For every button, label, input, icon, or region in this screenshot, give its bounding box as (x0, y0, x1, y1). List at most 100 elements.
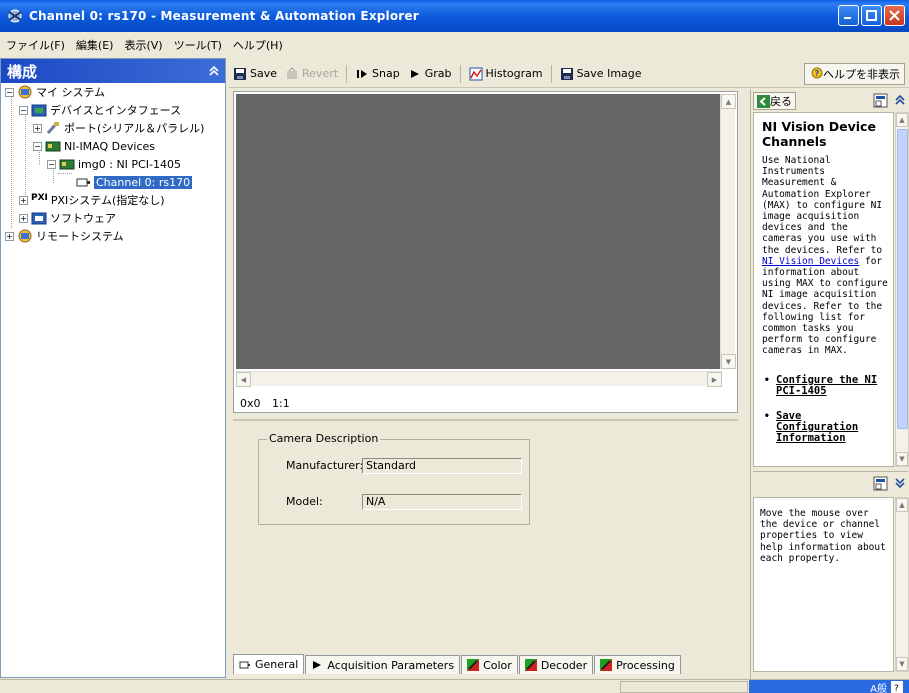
help-title: NI Vision Device Channels (762, 119, 876, 149)
ni-vision-devices-link[interactable]: NI Vision Devices (762, 256, 859, 267)
snap-button[interactable]: Snap (351, 63, 404, 85)
minimize-button[interactable] (838, 5, 859, 26)
ime-indicator[interactable]: A般 (870, 680, 887, 693)
pxi-icon: PXI (31, 193, 48, 203)
camera-icon (239, 661, 250, 668)
color-icon (467, 659, 480, 671)
help-content: NI Vision Device Channels Use National I… (753, 112, 894, 467)
scroll-up-icon[interactable]: ▲ (896, 113, 908, 127)
tree-item-remote-systems[interactable]: + リモートシステム (5, 227, 124, 245)
svg-text:?: ? (815, 69, 820, 78)
grab-label: Grab (424, 67, 452, 80)
tab-general-label: General (255, 658, 299, 671)
image-display[interactable] (236, 94, 722, 369)
grab-button[interactable]: Grab (404, 63, 456, 85)
scroll-right-icon[interactable]: ▶ (707, 372, 722, 387)
image-status-line: 0x0 1:1 (240, 397, 298, 410)
toolbar-separator (346, 64, 348, 83)
tree-label-devices-interfaces: デバイスとインタフェース (50, 104, 182, 117)
tab-decoder[interactable]: Decoder (518, 655, 594, 674)
window-title: Channel 0: rs170 - Measurement & Automat… (29, 9, 419, 23)
close-button[interactable] (884, 5, 905, 26)
scroll-left-icon[interactable]: ◀ (236, 372, 251, 387)
scroll-down-icon[interactable]: ▼ (721, 354, 736, 369)
hide-help-button[interactable]: ? ヘルプを非表示 (804, 63, 905, 85)
histogram-icon (469, 67, 483, 80)
help-body: Use National Instruments Measurement & A… (762, 155, 889, 357)
property-tabs: General Acquisition Parameters Color Dec… (233, 654, 682, 674)
collapse-up-icon[interactable] (894, 94, 906, 106)
scroll-up-icon[interactable]: ▲ (896, 498, 908, 512)
save-image-label: Save Image (576, 67, 642, 80)
revert-button[interactable]: Revert (281, 63, 342, 85)
title-bar[interactable]: Channel 0: rs170 - Measurement & Automat… (0, 0, 909, 32)
collapse-toggle-icon[interactable]: − (5, 87, 14, 97)
floppy-disk-icon (234, 67, 246, 80)
property-help-bar (753, 471, 908, 495)
tab-general[interactable]: General (233, 654, 305, 674)
restore-pane-icon[interactable] (873, 476, 888, 491)
camera-description-title: Camera Description (267, 432, 381, 445)
collapse-toggle-icon[interactable]: − (47, 159, 56, 169)
tree-item-channel0[interactable]: Channel 0: rs170 (75, 173, 193, 191)
processing-icon (600, 659, 613, 671)
scroll-down-icon[interactable]: ▼ (896, 657, 908, 671)
configuration-header: 構成 (1, 59, 225, 83)
image-horizontal-scrollbar[interactable]: ◀ ▶ (236, 371, 722, 387)
menu-file[interactable]: ファイル(F) (6, 37, 65, 53)
menu-edit[interactable]: 編集(E) (76, 37, 114, 53)
pixel-coordinates: 0x0 (240, 397, 261, 410)
property-help-scrollbar[interactable]: ▲ ▼ (895, 497, 909, 672)
expand-down-icon[interactable] (894, 477, 906, 489)
remote-systems-icon (17, 229, 33, 243)
tree-item-software[interactable]: + ソフトウェア (19, 209, 116, 227)
help-panel: 戻る NI Vision Device Channels Use Nationa… (750, 89, 909, 679)
help-question-icon[interactable]: ? (891, 681, 903, 693)
expand-toggle-icon[interactable]: + (33, 123, 42, 133)
menu-tools[interactable]: ツール(T) (174, 37, 222, 53)
tab-color[interactable]: Color (461, 655, 518, 674)
histogram-button[interactable]: Histogram (465, 63, 547, 85)
scroll-down-icon[interactable]: ▼ (896, 452, 908, 466)
collapse-toggle-icon[interactable]: − (19, 105, 28, 115)
tree-item-ni-imaq-devices[interactable]: − NI-IMAQ Devices (33, 137, 155, 155)
decoder-icon (524, 659, 537, 671)
menu-view[interactable]: 表示(V) (124, 37, 162, 53)
tree-item-my-system[interactable]: − マイ システム (5, 83, 105, 101)
tree-label-pxi: PXIシステム(指定なし) (50, 194, 165, 207)
tree-item-ports[interactable]: + ポート(シリアル＆パラレル) (33, 119, 204, 137)
help-top-bar: 戻る (753, 91, 908, 111)
port-icon (45, 121, 61, 135)
help-scroll-thumb[interactable] (897, 129, 908, 429)
configuration-title: 構成 (7, 62, 38, 81)
manufacturer-field: Standard (362, 458, 522, 474)
tab-processing[interactable]: Processing (594, 655, 681, 674)
tab-acquisition-parameters[interactable]: Acquisition Parameters (305, 655, 461, 674)
back-button[interactable]: 戻る (753, 92, 796, 110)
expand-toggle-icon[interactable]: + (5, 231, 14, 241)
save-configuration-link[interactable]: Save Configuration Information (776, 410, 858, 444)
tree-item-devices-interfaces[interactable]: − デバイスとインタフェース (19, 101, 181, 119)
restore-pane-icon[interactable] (873, 93, 888, 108)
tree-item-pxi-system[interactable]: + PXI PXIシステム(指定なし) (19, 191, 165, 209)
menu-help[interactable]: ヘルプ(H) (233, 37, 283, 53)
image-vertical-scrollbar[interactable]: ▲ ▼ (720, 94, 736, 369)
expand-toggle-icon[interactable]: + (19, 213, 28, 223)
tab-decoder-label: Decoder (540, 658, 588, 672)
tree-label-ports: ポート(シリアル＆パラレル) (64, 122, 205, 135)
scroll-up-icon[interactable]: ▲ (721, 94, 736, 109)
help-scrollbar[interactable]: ▲ ▼ (895, 112, 909, 467)
save-image-button[interactable]: Save Image (556, 63, 646, 85)
properties-area: Camera Description Manufacturer: Standar… (233, 419, 738, 659)
tree-label-my-system: マイ システム (36, 86, 106, 99)
tree-label-software: ソフトウェア (50, 212, 116, 225)
menu-bar: ファイル(F) 編集(E) 表示(V) ツール(T) ヘルプ(H) (0, 32, 909, 57)
tree-item-img0[interactable]: − img0 : NI PCI-1405 (47, 155, 181, 173)
save-button[interactable]: Save (229, 63, 281, 85)
collapse-toggle-icon[interactable]: − (33, 141, 42, 151)
collapse-up-icon[interactable] (207, 64, 221, 78)
configure-task-link[interactable]: Configure the NI PCI-1405 (776, 374, 877, 397)
tree-label-ni-imaq: NI-IMAQ Devices (64, 139, 156, 153)
maximize-button[interactable] (861, 5, 882, 26)
expand-toggle-icon[interactable]: + (19, 195, 28, 205)
